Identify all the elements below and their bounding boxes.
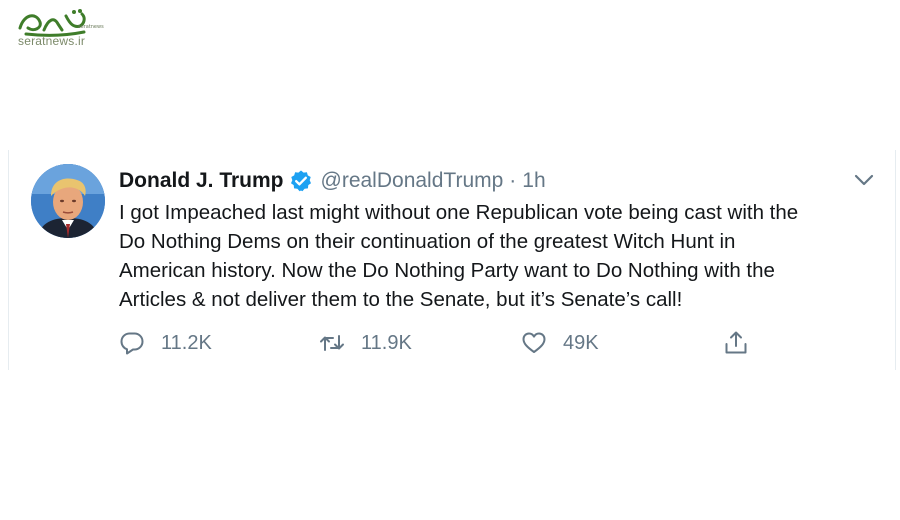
share-button[interactable] xyxy=(723,326,749,360)
heart-icon xyxy=(521,330,547,356)
tweet-text: I got Impeached last might without one R… xyxy=(119,198,879,314)
svg-text:seratnews: seratnews xyxy=(78,24,104,30)
tweet-actions: 11.2K 11.9K 49K xyxy=(119,326,769,360)
avatar[interactable] xyxy=(31,164,105,238)
separator-dot: · xyxy=(509,169,517,192)
tweet-text-line: Do Nothing Dems on their continuation of… xyxy=(119,230,736,253)
verified-badge-icon xyxy=(289,169,313,193)
tweet-card[interactable]: Donald J. Trump @realDonaldTrump · 1h I … xyxy=(8,150,896,370)
tweet-header: Donald J. Trump @realDonaldTrump · 1h xyxy=(119,166,546,196)
share-icon xyxy=(723,330,749,356)
retweet-count: 11.9K xyxy=(361,331,412,354)
reply-button[interactable]: 11.2K xyxy=(119,326,212,360)
reply-count: 11.2K xyxy=(161,331,212,354)
author-handle[interactable]: @realDonaldTrump xyxy=(321,169,504,193)
tweet-text-line: I got Impeached last might without one R… xyxy=(119,201,799,224)
author-display-name[interactable]: Donald J. Trump xyxy=(119,169,284,193)
tweet-timestamp[interactable]: 1h xyxy=(522,169,545,193)
watermark-domain: seratnews.ir xyxy=(18,34,86,48)
like-button[interactable]: 49K xyxy=(521,326,599,360)
retweet-icon xyxy=(319,330,345,356)
like-count: 49K xyxy=(563,331,599,354)
tweet-text-line: American history. Now the Do Nothing Par… xyxy=(119,259,775,282)
page: seratnews seratnews.ir Donald J. Trump @… xyxy=(0,0,900,520)
profile-photo-icon xyxy=(31,164,105,238)
reply-icon xyxy=(119,330,145,356)
retweet-button[interactable]: 11.9K xyxy=(319,326,412,360)
tweet-text-line: Articles & not deliver them to the Senat… xyxy=(119,288,683,311)
more-options-chevron-down-icon[interactable] xyxy=(853,172,875,188)
